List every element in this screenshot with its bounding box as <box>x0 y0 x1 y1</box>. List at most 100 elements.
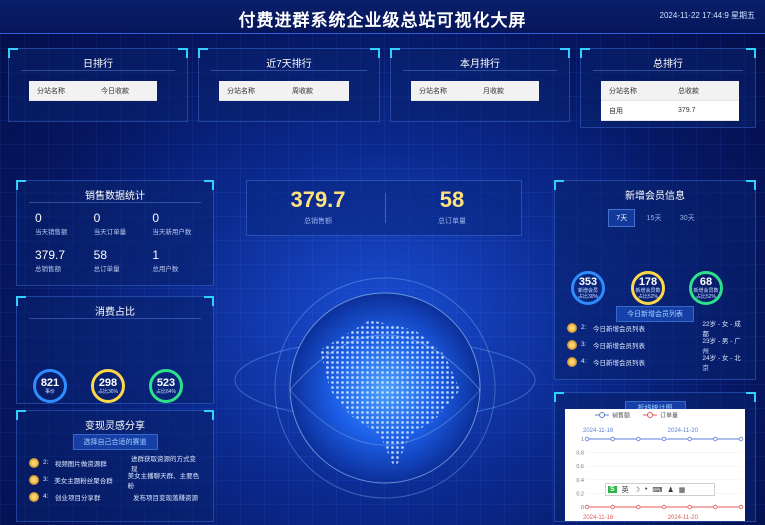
stat-item: 0 当天订单量 <box>86 211 145 236</box>
stat-item: 0 当天新用户数 <box>144 211 203 236</box>
stat-label: 当天订单量 <box>93 229 127 236</box>
data-point <box>713 436 718 442</box>
rank: 4: <box>43 493 49 500</box>
data-point <box>584 436 590 442</box>
rank-title: 日排行 <box>21 49 175 71</box>
divider <box>385 193 386 223</box>
stat-label: 总订单量 <box>93 266 120 273</box>
ring-label: 占比52% <box>637 293 658 300</box>
y-tick-label: 0.4 <box>576 478 584 484</box>
kpi-sales: 379.7 总销售额 <box>253 187 383 226</box>
consumption-ring: 523 占比64% <box>149 369 183 403</box>
rank-panel-week: 近7天排行 分站名称 周收款 <box>198 48 380 122</box>
list-item[interactable]: 4: 创业项目分享群 发布项目变现落赚资源 <box>29 488 201 505</box>
line-chart: 销售额 订单量 1 0.8 0.6 0.4 0.2 0 2024-11-16 2024-11-2… <box>576 412 744 521</box>
ime-toolbar[interactable]: S 英 ☽ • ⌨ ♟ ▦ <box>605 483 715 496</box>
ring-value: 523 <box>156 376 176 389</box>
y-tick-label: 0.8 <box>576 451 584 457</box>
item-name: 今日新增会员列表 <box>592 325 645 333</box>
item-name: 美女主题粉丝聚合群 <box>54 477 113 485</box>
item-info: 24岁 - 女 - 北京 <box>702 354 741 372</box>
list-item[interactable]: 4: 今日新增会员列表 24岁 - 女 - 北京 <box>567 353 747 372</box>
data-point <box>687 436 692 442</box>
data-point <box>661 436 667 442</box>
medal-icon <box>29 474 39 485</box>
tab-30days[interactable]: 30天 <box>673 210 702 226</box>
header: 付费进群系统企业级总站可视化大屏 2024-11-22 17:44:9 星期五 <box>0 0 765 34</box>
chart-area: 销售额 订单量 1 0.8 0.6 0.4 0.2 0 2024-11-16 2024-11-2… <box>565 409 745 521</box>
consumption-ring: 821 事价 <box>33 369 67 403</box>
rank: 2: <box>43 459 49 466</box>
rank-title: 总排行 <box>593 49 743 71</box>
x-date-label-bottom: 2024-11-20 <box>668 515 699 521</box>
ring-value: 68 <box>699 275 713 288</box>
item-name: 今日新增会员列表 <box>592 342 645 350</box>
ring-value: 821 <box>40 376 60 389</box>
keyboard-icon[interactable]: ⌨ <box>652 486 662 494</box>
y-tick-label: 0.6 <box>576 464 584 470</box>
list-item[interactable]: 2: 视频图片做资源群 进群获取资源的方式变现 <box>29 454 201 473</box>
ring-value: 353 <box>578 275 598 288</box>
kpi-value: 58 <box>439 187 465 212</box>
legend-label: 销售额 <box>612 412 630 420</box>
ring-label: 占比52% <box>695 293 716 300</box>
rank-table: 分站名称 今日收款 <box>29 81 157 101</box>
col-header: 月收款 <box>483 87 504 95</box>
consumption-ring: 298 占比36% <box>91 369 125 403</box>
choose-track-button[interactable]: 选择自己合适的赛道 <box>72 434 158 450</box>
list-item[interactable]: 2: 今日新增会员列表 22岁 - 女 - 成都 <box>567 319 747 338</box>
data-point <box>738 436 744 442</box>
member-ring: 68 新增会员数 占比52% <box>689 271 723 305</box>
ring-label: 事价 <box>44 388 55 395</box>
col-header: 分站名称 <box>37 87 65 95</box>
rank-panel-month: 本月排行 分站名称 月收款 <box>390 48 570 122</box>
grid-icon[interactable]: ▦ <box>679 486 686 494</box>
page-title: 付费进群系统企业级总站可视化大屏 <box>238 11 527 30</box>
panel-title: 销售数据统计 <box>29 181 201 203</box>
legend-marker <box>647 412 653 418</box>
member-ring: 178 新增会员数 占比52% <box>631 271 665 305</box>
stat-label: 总销售额 <box>35 266 61 273</box>
y-tick-label: 0.2 <box>576 491 584 497</box>
x-date-label-bottom: 2024-11-16 <box>583 515 614 521</box>
data-point <box>636 504 641 510</box>
tab-15days[interactable]: 15天 <box>640 210 669 226</box>
data-point <box>713 504 718 510</box>
table-row[interactable]: 自用 379.7 <box>601 101 739 121</box>
data-point <box>610 436 615 442</box>
rank: 2: <box>581 324 587 331</box>
item-desc: 发布项目变现落赚资源 <box>133 494 198 502</box>
rank-table: 分站名称 月收款 <box>411 81 539 101</box>
ime-lang-button[interactable]: 英 <box>622 485 629 495</box>
panel-title: 消费占比 <box>29 297 201 319</box>
globe-graphic <box>234 277 536 499</box>
ring-label: 占比30% <box>577 293 598 300</box>
list-item[interactable]: 3: 今日新增会员列表 23岁 - 男 - 广州 <box>567 336 747 355</box>
rank-title: 本月排行 <box>403 49 557 71</box>
line-chart-panel: 折线统计图 销售额订单量 10.80.60.40.202024-11-16202… <box>554 392 756 522</box>
new-members-panel: 新增会员信息 7天 15天 30天 353 新增会员 占比30% 178 新增会… <box>554 180 756 380</box>
ring-label: 占比36% <box>97 388 118 395</box>
station-name: 自用 <box>609 107 623 115</box>
data-point <box>610 504 615 510</box>
moon-icon[interactable]: ☽ <box>634 486 640 494</box>
user-icon[interactable]: ♟ <box>668 486 674 494</box>
share-panel: 变现灵感分享 选择自己合适的赛道 2: 视频图片做资源群 进群获取资源的方式变现 3… <box>16 410 214 522</box>
ring-value: 178 <box>638 275 658 288</box>
col-header: 总收款 <box>678 87 699 95</box>
legend-label: 订单量 <box>660 412 678 420</box>
ring-label: 占比64% <box>155 388 176 395</box>
list-item[interactable]: 3: 美女主题粉丝聚合群 美女主播聊天群、主要色粉 <box>29 471 201 490</box>
medal-icon <box>567 356 577 367</box>
stat-value: 0 <box>35 211 42 225</box>
stat-value: 379.7 <box>35 248 66 262</box>
stat-label: 当天销售额 <box>35 229 68 236</box>
tab-7days[interactable]: 7天 <box>608 209 636 227</box>
datetime: 2024-11-22 17:44:9 星期五 <box>659 11 755 20</box>
rank: 3: <box>43 476 49 483</box>
data-point <box>584 504 590 510</box>
stat-item: 1 总用户数 <box>144 248 203 273</box>
item-name: 创业项目分享群 <box>55 494 101 502</box>
dot-icon[interactable]: • <box>645 486 647 493</box>
medal-icon <box>29 457 39 468</box>
